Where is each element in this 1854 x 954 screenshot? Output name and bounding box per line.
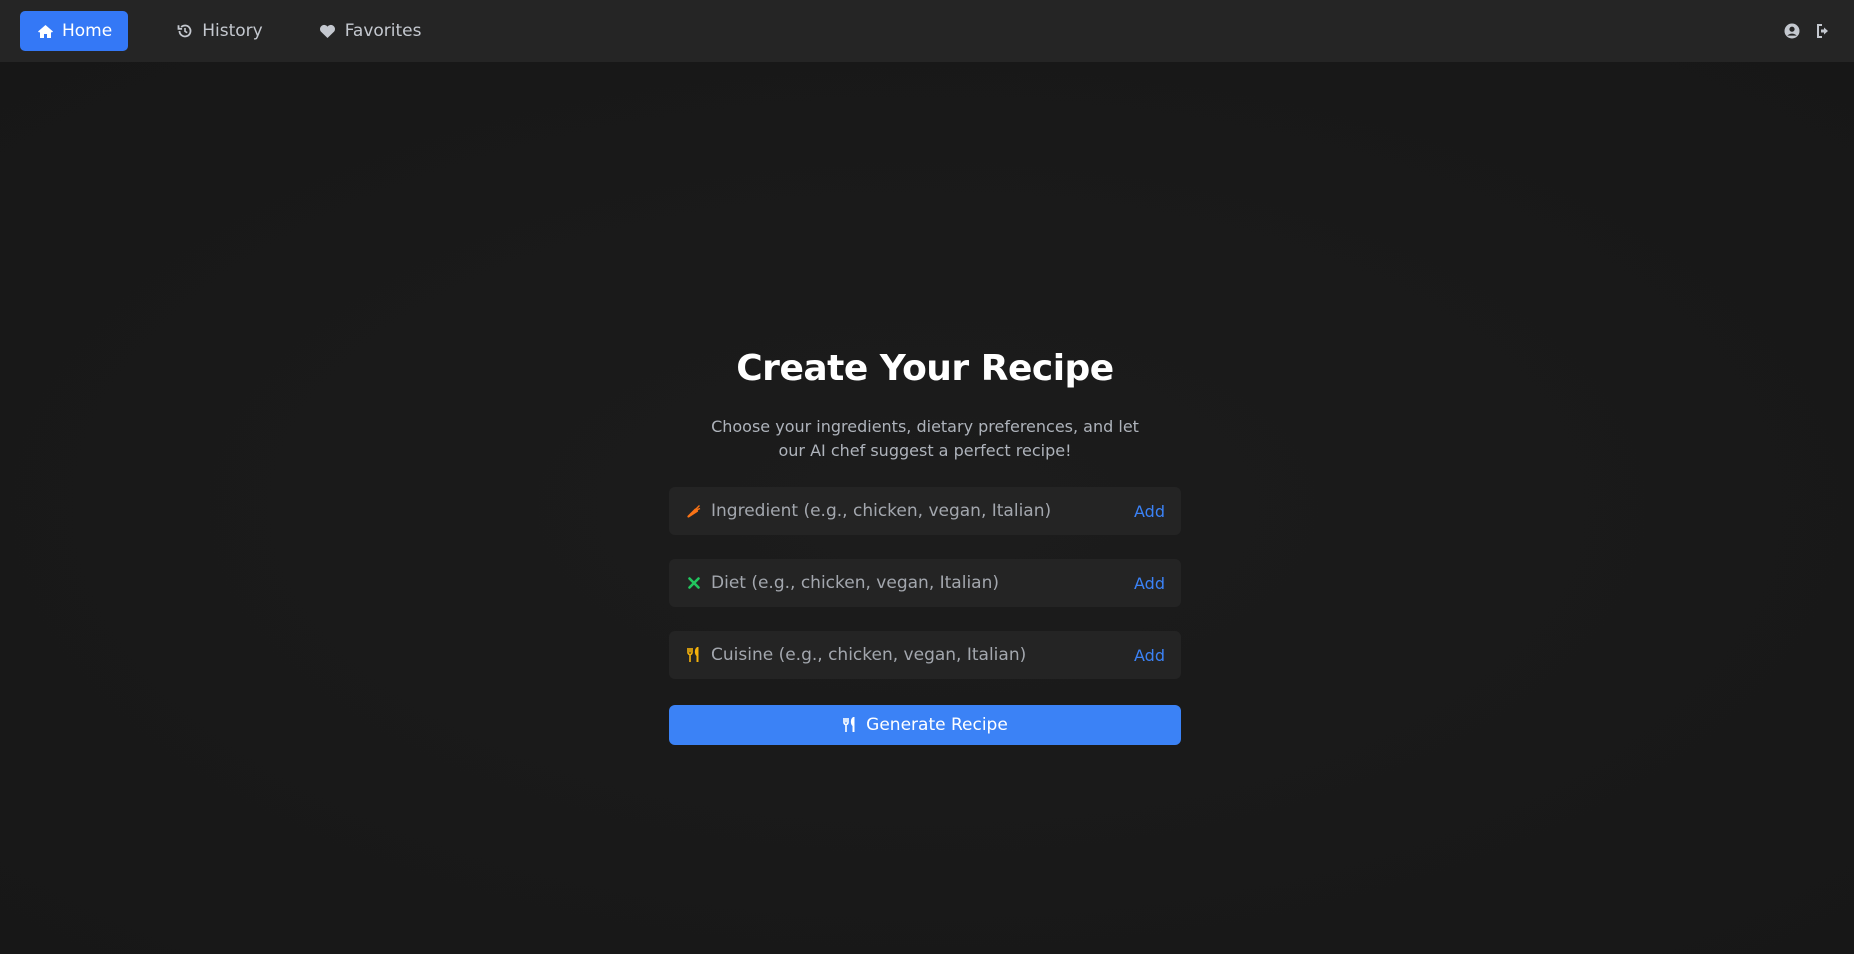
nav-favorites-label: Favorites [344, 21, 422, 41]
heart-icon [319, 22, 337, 40]
page-subtitle: Choose your ingredients, dietary prefere… [711, 417, 1139, 460]
add-diet-button[interactable]: Add [1134, 574, 1165, 593]
nav-favorites[interactable]: Favorites [303, 11, 438, 51]
add-cuisine-button[interactable]: Add [1134, 646, 1165, 665]
ingredient-field: Add [669, 487, 1181, 535]
input-fields: Add Add Add [669, 487, 1181, 679]
nav-right-actions [1770, 0, 1834, 62]
history-icon [176, 22, 194, 40]
ingredient-input[interactable] [711, 501, 1135, 521]
top-navbar: Home History Favorites [0, 0, 1854, 62]
utensils-icon [685, 646, 703, 664]
page-title: Create Your Recipe [736, 348, 1114, 389]
nav-history-label: History [202, 21, 263, 41]
generate-recipe-button[interactable]: Generate Recipe [669, 705, 1181, 745]
add-ingredient-button[interactable]: Add [1134, 502, 1165, 521]
cuisine-input[interactable] [711, 645, 1135, 665]
sign-out-icon[interactable] [1814, 21, 1834, 41]
x-icon [685, 574, 703, 592]
home-icon [36, 22, 54, 40]
diet-field: Add [669, 559, 1181, 607]
carrot-icon [685, 502, 703, 520]
nav-home-label: Home [62, 21, 113, 41]
recipe-form: Create Your Recipe Choose your ingredien… [669, 348, 1181, 745]
utensils-icon [842, 716, 858, 734]
nav-home[interactable]: Home [20, 11, 129, 51]
cuisine-field: Add [669, 631, 1181, 679]
main-content: Create Your Recipe Choose your ingredien… [0, 62, 1854, 954]
user-circle-icon[interactable] [1782, 21, 1802, 41]
nav-history[interactable]: History [160, 11, 278, 51]
generate-recipe-label: Generate Recipe [866, 715, 1008, 735]
diet-input[interactable] [711, 573, 1135, 593]
